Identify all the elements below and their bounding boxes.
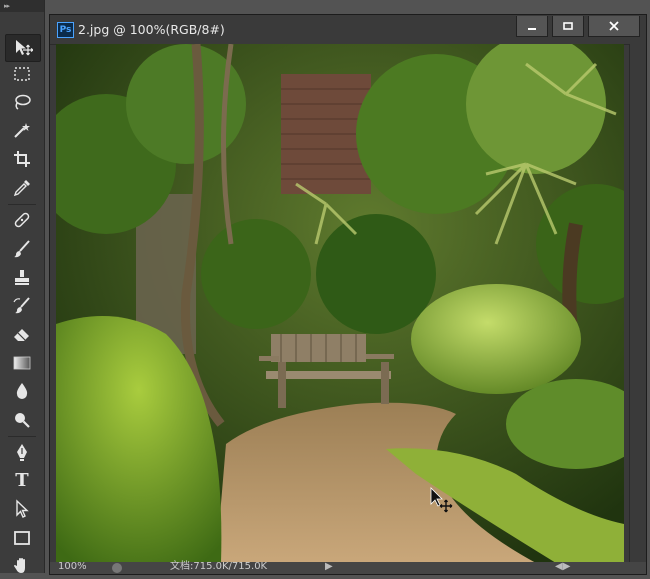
brush-icon bbox=[14, 240, 30, 258]
info-menu-arrow-icon[interactable]: ▶ bbox=[325, 561, 333, 573]
hand-tool[interactable] bbox=[5, 553, 39, 579]
path-selection-tool[interactable] bbox=[5, 496, 39, 522]
marquee-tool[interactable] bbox=[5, 61, 39, 87]
document-window: Ps 2.jpg @ 100%(RGB/8#) 100% 文档:715.0K/7… bbox=[49, 14, 647, 575]
scroll-indicator-icon[interactable]: ◀▶ bbox=[555, 561, 570, 573]
magic-wand-tool[interactable] bbox=[5, 117, 39, 143]
bandage-icon bbox=[14, 212, 30, 228]
hand-icon bbox=[14, 558, 25, 573]
document-title: 2.jpg @ 100%(RGB/8#) bbox=[78, 22, 225, 37]
window-controls bbox=[512, 16, 640, 37]
close-button[interactable] bbox=[588, 16, 640, 37]
minimize-icon bbox=[528, 28, 536, 30]
healing-tool[interactable] bbox=[5, 207, 39, 233]
toolbar-grip[interactable]: ▸▸ bbox=[0, 0, 44, 12]
restore-icon bbox=[563, 22, 573, 30]
stamp-tool[interactable] bbox=[5, 265, 39, 291]
pen-tool[interactable] bbox=[5, 439, 39, 465]
status-bar: 100% 文档:715.0K/715.0K ▶ ◀▶ bbox=[50, 561, 646, 574]
vertical-scrollbar[interactable] bbox=[629, 44, 646, 563]
brush-tool[interactable] bbox=[5, 236, 39, 262]
shape-tool[interactable] bbox=[5, 525, 39, 551]
eraser-tool[interactable] bbox=[5, 321, 39, 347]
stamp-icon bbox=[15, 270, 29, 285]
gradient-icon bbox=[13, 356, 31, 370]
magic-wand-icon bbox=[14, 123, 30, 138]
photoshop-logo-icon: Ps bbox=[57, 22, 74, 38]
crop-icon bbox=[14, 151, 30, 167]
move-icon bbox=[16, 40, 33, 56]
toolbar-divider bbox=[8, 204, 36, 205]
move-cursor-icon bbox=[430, 487, 453, 513]
eraser-icon bbox=[14, 329, 29, 341]
history-brush-icon bbox=[13, 297, 30, 314]
restore-button[interactable] bbox=[552, 16, 584, 37]
dodge-tool[interactable] bbox=[5, 407, 39, 433]
type-tool[interactable]: T bbox=[5, 467, 39, 493]
drop-icon bbox=[16, 383, 28, 399]
eyedropper-tool[interactable] bbox=[5, 175, 39, 201]
type-icon: T bbox=[15, 469, 29, 491]
minimize-button[interactable] bbox=[516, 16, 548, 37]
lasso-icon bbox=[15, 94, 31, 110]
arrow-icon bbox=[16, 499, 29, 518]
gradient-tool[interactable] bbox=[5, 350, 39, 376]
document-info: 文档:715.0K/715.0K bbox=[170, 561, 268, 572]
rect-marquee-icon bbox=[14, 67, 30, 81]
pen-icon bbox=[17, 444, 27, 461]
lasso-tool[interactable] bbox=[5, 89, 39, 115]
history-brush-tool[interactable] bbox=[5, 293, 39, 319]
blur-tool[interactable] bbox=[5, 378, 39, 404]
document-tab[interactable]: Ps 2.jpg @ 100%(RGB/8#) bbox=[50, 15, 646, 45]
dodge-icon bbox=[15, 413, 30, 428]
image-canvas[interactable] bbox=[56, 44, 624, 563]
toolbar-divider bbox=[8, 436, 36, 437]
zoom-level[interactable]: 100% bbox=[58, 561, 87, 573]
tools-panel: ▸▸ T bbox=[0, 0, 45, 573]
zoom-menu-icon[interactable] bbox=[112, 563, 122, 573]
eyedropper-icon bbox=[13, 180, 30, 197]
crop-tool[interactable] bbox=[5, 146, 39, 172]
rectangle-icon bbox=[14, 531, 30, 545]
move-tool[interactable] bbox=[5, 34, 41, 62]
garden-photo bbox=[56, 44, 624, 563]
close-icon bbox=[609, 21, 619, 31]
